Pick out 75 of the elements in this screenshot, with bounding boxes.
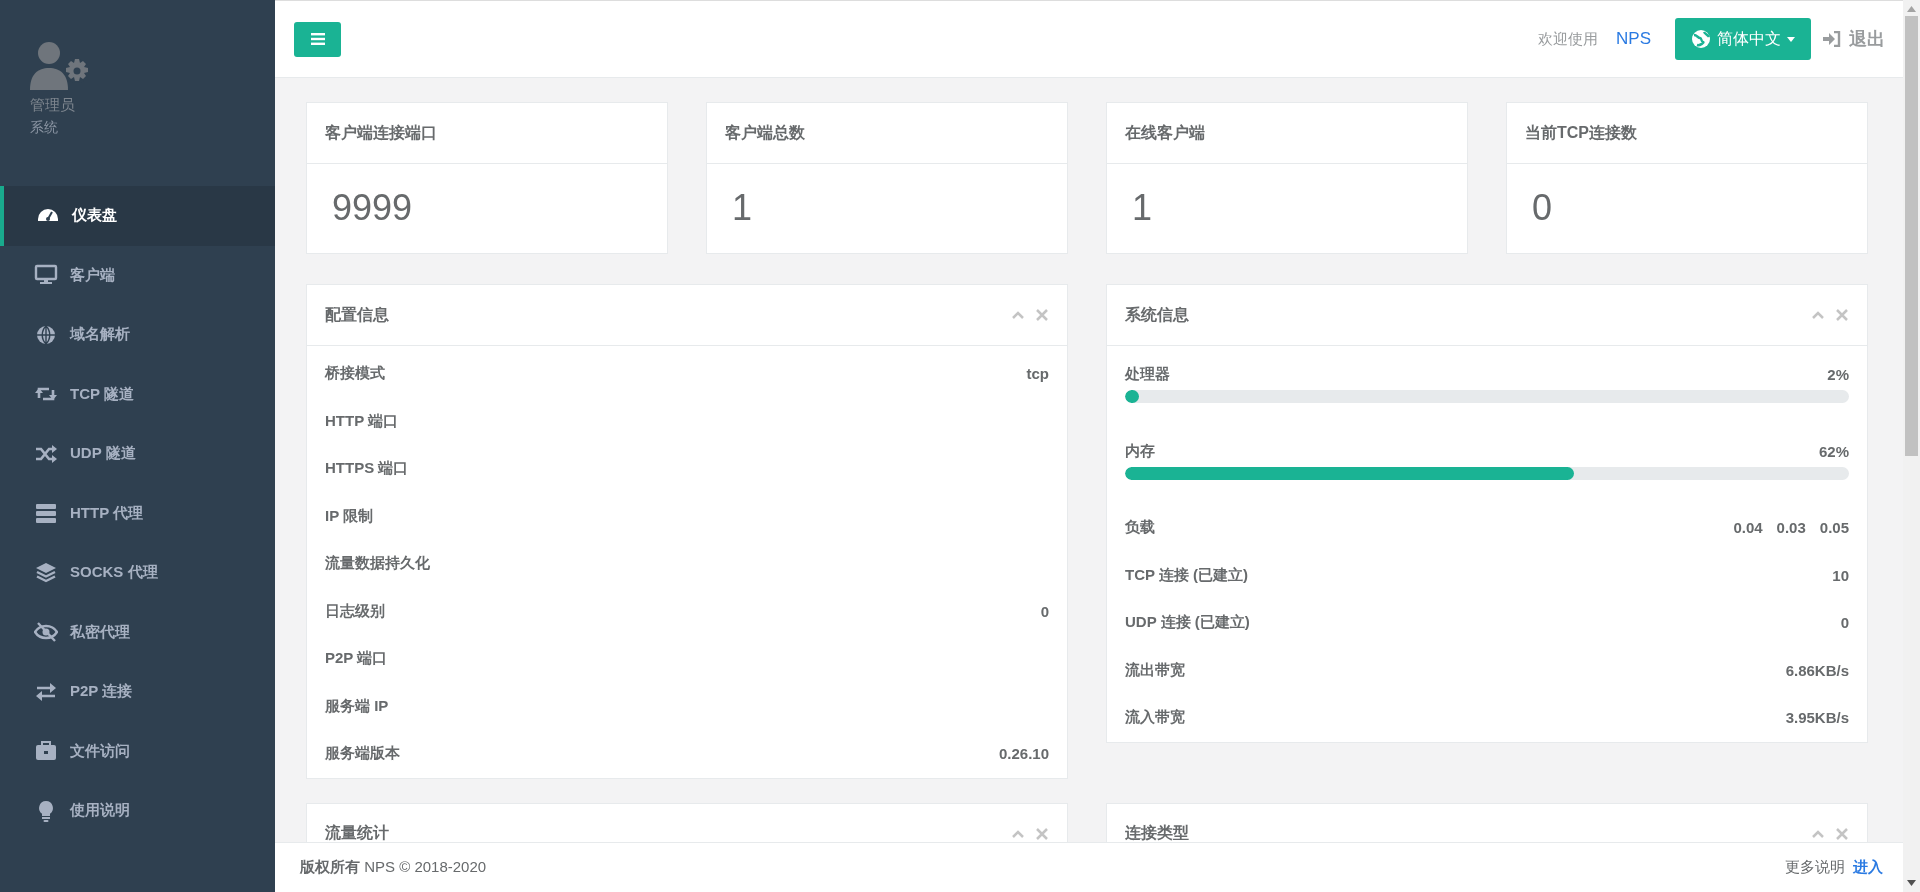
- sidebar-item[interactable]: 文件访问: [0, 721, 275, 781]
- close-icon[interactable]: [1835, 308, 1849, 322]
- stat-value: 0: [1531, 186, 1554, 230]
- panel-title: 流量统计: [325, 823, 389, 842]
- metric-value: 6.86KB/s: [1785, 661, 1849, 679]
- close-icon[interactable]: [1035, 308, 1049, 322]
- sidebar-item[interactable]: 域名解析: [0, 305, 275, 365]
- brand-link[interactable]: NPS: [1616, 29, 1651, 49]
- config-label: HTTP 端口: [325, 411, 399, 431]
- stat-value: 1: [1131, 186, 1154, 230]
- metric-value: 0.05: [1819, 519, 1849, 537]
- config-value: 0: [1040, 602, 1049, 620]
- metric-label: 内存: [1125, 441, 1155, 461]
- sidebar-item[interactable]: SOCKS 代理: [0, 543, 275, 603]
- metric-value: 0: [1840, 614, 1849, 632]
- stat-title: 客户端连接端口: [325, 122, 437, 143]
- stat-title: 客户端总数: [725, 122, 805, 143]
- config-value: 0.26.10: [998, 745, 1049, 763]
- sidebar-item[interactable]: UDP 隧道: [0, 424, 275, 484]
- config-label: 桥接模式: [325, 364, 385, 384]
- close-icon[interactable]: [1035, 826, 1049, 841]
- panel-title: 系统信息: [1125, 304, 1189, 325]
- sidebar-item[interactable]: 私密代理: [0, 602, 275, 662]
- sign-in-icon: [1823, 31, 1841, 47]
- menu-button[interactable]: [294, 21, 341, 57]
- metric-label: 流入带宽: [1125, 708, 1185, 728]
- scroll-down-icon[interactable]: [1907, 880, 1916, 886]
- globe-icon: [1691, 29, 1711, 49]
- metric-label: UDP 连接 (已建立): [1125, 613, 1250, 633]
- config-label: 服务端版本: [325, 744, 400, 764]
- panel-title: 连接类型: [1125, 823, 1189, 842]
- metric-value: 62%: [1818, 442, 1849, 460]
- config-label: P2P 端口: [325, 649, 388, 669]
- menu-icon: [310, 33, 325, 45]
- stat-value: 1: [731, 186, 754, 230]
- config-label: 流量数据持久化: [325, 554, 430, 574]
- metric-value: 3.95KB/s: [1785, 709, 1849, 727]
- language-dropdown[interactable]: 简体中文: [1675, 18, 1811, 60]
- stat-title: 当前TCP连接数: [1525, 122, 1637, 143]
- panel-title: 配置信息: [325, 304, 389, 325]
- user-name: 管理员: [30, 95, 75, 115]
- user-role: 系统: [30, 118, 58, 137]
- config-label: 服务端 IP: [325, 696, 389, 716]
- layers-icon: [34, 560, 58, 585]
- scroll-thumb[interactable]: [1905, 16, 1918, 456]
- config-label: IP 限制: [325, 506, 374, 526]
- config-value: tcp: [1026, 365, 1049, 383]
- more-info-text: 更多说明: [1785, 858, 1845, 877]
- sidebar-item[interactable]: 使用说明: [0, 781, 275, 841]
- caret-icon: [1787, 36, 1795, 42]
- scrollbar[interactable]: [1903, 0, 1920, 892]
- metric-label: 流出带宽: [1125, 660, 1185, 680]
- config-label: 日志级别: [325, 601, 385, 621]
- logout-link[interactable]: 退出: [1823, 27, 1885, 51]
- metric-label: TCP 连接 (已建立): [1125, 565, 1249, 585]
- close-icon[interactable]: [1835, 826, 1849, 841]
- welcome-text: 欢迎使用: [1538, 29, 1599, 49]
- enter-link[interactable]: 进入: [1853, 858, 1883, 877]
- sidebar-item[interactable]: HTTP 代理: [0, 483, 275, 543]
- sidebar-item[interactable]: 客户端: [0, 245, 275, 305]
- stat-title: 在线客户端: [1125, 122, 1205, 143]
- metric-label: 负载: [1125, 518, 1155, 538]
- sidebar-item[interactable]: 仪表盘: [0, 186, 275, 246]
- sidebar-item[interactable]: P2P 连接: [0, 662, 275, 722]
- copyright-text: 版权所有 NPS © 2018-2020: [300, 858, 487, 877]
- metric-value: 0.03: [1776, 519, 1806, 537]
- stat-value: 9999: [331, 186, 414, 230]
- sidebar-item[interactable]: TCP 隧道: [0, 364, 275, 424]
- metric-value: 0.04: [1733, 519, 1763, 537]
- metric-label: 处理器: [1125, 364, 1170, 384]
- metric-value: 2%: [1827, 365, 1849, 383]
- server-icon: [34, 501, 58, 526]
- metric-value: 10: [1832, 566, 1849, 584]
- config-label: HTTPS 端口: [325, 459, 409, 479]
- scroll-up-icon[interactable]: [1907, 6, 1916, 12]
